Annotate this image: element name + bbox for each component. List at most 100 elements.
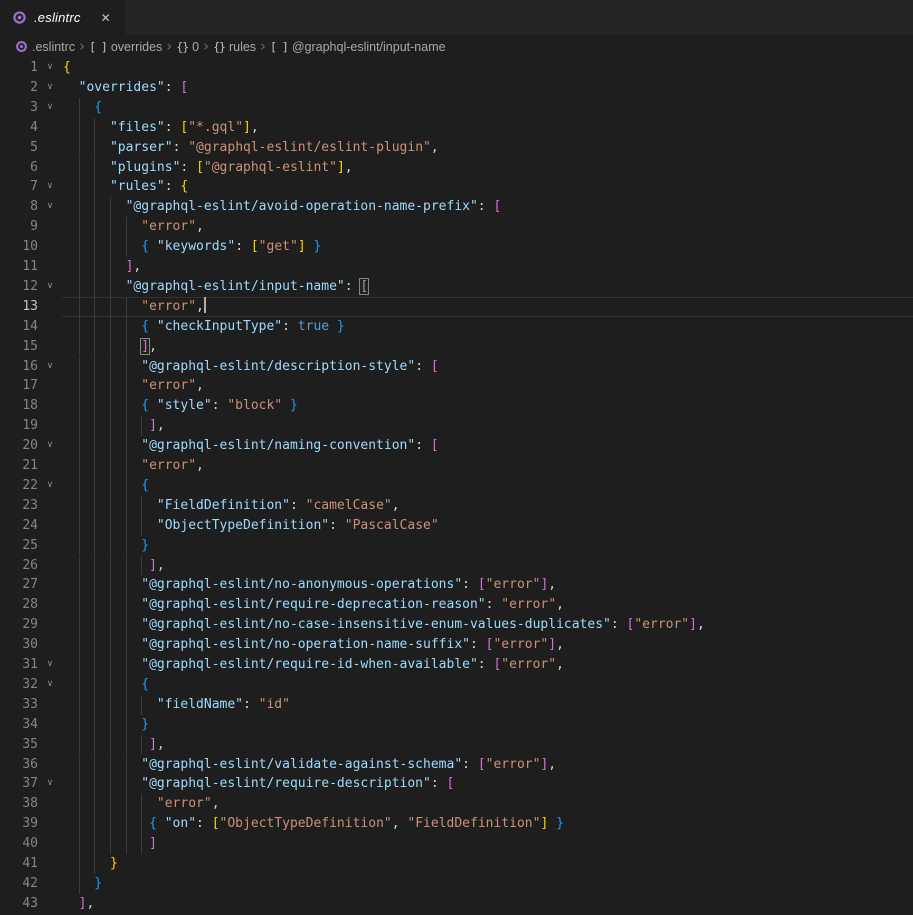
code-line-12[interactable]: 12∨"@graphql-eslint/input-name": [	[0, 277, 913, 297]
code-line-21[interactable]: 21"error",	[0, 456, 913, 476]
line-number[interactable]: 9	[0, 217, 38, 237]
fold-chevron-icon[interactable]: ∨	[42, 675, 58, 695]
fold-chevron-icon[interactable]: ∨	[42, 197, 58, 217]
code-line-23[interactable]: 23"FieldDefinition": "camelCase",	[0, 496, 913, 516]
line-number[interactable]: 3	[0, 98, 38, 118]
line-number[interactable]: 24	[0, 516, 38, 536]
fold-chevron-icon[interactable]: ∨	[42, 655, 58, 675]
line-number[interactable]: 28	[0, 595, 38, 615]
code-line-8[interactable]: 8∨"@graphql-eslint/avoid-operation-name-…	[0, 197, 913, 217]
code-line-26[interactable]: 26],	[0, 556, 913, 576]
code-line-3[interactable]: 3∨{	[0, 98, 913, 118]
tab-eslintrc[interactable]: .eslintrc ✕	[0, 0, 126, 35]
code-line-4[interactable]: 4"files": ["*.gql"],	[0, 118, 913, 138]
code-line-33[interactable]: 33"fieldName": "id"	[0, 695, 913, 715]
line-number[interactable]: 43	[0, 894, 38, 914]
line-number[interactable]: 27	[0, 575, 38, 595]
fold-chevron-icon[interactable]: ∨	[42, 177, 58, 197]
code-line-5[interactable]: 5"parser": "@graphql-eslint/eslint-plugi…	[0, 138, 913, 158]
code-editor[interactable]: 1∨{2∨"overrides": [3∨{4"files": ["*.gql"…	[0, 58, 913, 915]
line-number[interactable]: 5	[0, 138, 38, 158]
line-number[interactable]: 38	[0, 794, 38, 814]
line-number[interactable]: 18	[0, 396, 38, 416]
line-number[interactable]: 41	[0, 854, 38, 874]
line-number[interactable]: 16	[0, 357, 38, 377]
line-number[interactable]: 22	[0, 476, 38, 496]
code-line-1[interactable]: 1∨{	[0, 58, 913, 78]
line-number[interactable]: 19	[0, 416, 38, 436]
code-line-31[interactable]: 31∨"@graphql-eslint/require-id-when-avai…	[0, 655, 913, 675]
line-number[interactable]: 37	[0, 774, 38, 794]
code-line-38[interactable]: 38"error",	[0, 794, 913, 814]
code-line-42[interactable]: 42}	[0, 874, 913, 894]
line-number[interactable]: 15	[0, 337, 38, 357]
fold-chevron-icon[interactable]: ∨	[42, 58, 58, 78]
line-number[interactable]: 7	[0, 177, 38, 197]
code-line-17[interactable]: 17"error",	[0, 376, 913, 396]
line-number[interactable]: 4	[0, 118, 38, 138]
line-number[interactable]: 30	[0, 635, 38, 655]
line-number[interactable]: 13	[0, 297, 38, 317]
code-line-40[interactable]: 40]	[0, 834, 913, 854]
breadcrumb-item-overrides[interactable]: [ ]overrides	[89, 40, 162, 54]
code-line-37[interactable]: 37∨"@graphql-eslint/require-description"…	[0, 774, 913, 794]
code-line-2[interactable]: 2∨"overrides": [	[0, 78, 913, 98]
fold-chevron-icon[interactable]: ∨	[42, 98, 58, 118]
line-number[interactable]: 36	[0, 755, 38, 775]
line-number[interactable]: 31	[0, 655, 38, 675]
line-number[interactable]: 21	[0, 456, 38, 476]
line-number[interactable]: 39	[0, 814, 38, 834]
line-number[interactable]: 26	[0, 556, 38, 576]
code-line-27[interactable]: 27"@graphql-eslint/no-anonymous-operatio…	[0, 575, 913, 595]
code-line-9[interactable]: 9"error",	[0, 217, 913, 237]
line-number[interactable]: 33	[0, 695, 38, 715]
line-number[interactable]: 12	[0, 277, 38, 297]
breadcrumb-item--graphql-eslint-input-name[interactable]: [ ]@graphql-eslint/input-name	[270, 40, 446, 54]
line-number[interactable]: 10	[0, 237, 38, 257]
code-line-34[interactable]: 34}	[0, 715, 913, 735]
fold-chevron-icon[interactable]: ∨	[42, 357, 58, 377]
code-line-41[interactable]: 41}	[0, 854, 913, 874]
code-line-7[interactable]: 7∨"rules": {	[0, 177, 913, 197]
line-number[interactable]: 25	[0, 536, 38, 556]
line-number[interactable]: 34	[0, 715, 38, 735]
line-number[interactable]: 23	[0, 496, 38, 516]
line-number[interactable]: 32	[0, 675, 38, 695]
code-line-6[interactable]: 6"plugins": ["@graphql-eslint"],	[0, 158, 913, 178]
code-line-39[interactable]: 39{ "on": ["ObjectTypeDefinition", "Fiel…	[0, 814, 913, 834]
line-number[interactable]: 35	[0, 735, 38, 755]
line-number[interactable]: 42	[0, 874, 38, 894]
line-number[interactable]: 40	[0, 834, 38, 854]
code-line-22[interactable]: 22∨{	[0, 476, 913, 496]
code-line-24[interactable]: 24"ObjectTypeDefinition": "PascalCase"	[0, 516, 913, 536]
code-line-43[interactable]: 43],	[0, 894, 913, 914]
code-line-32[interactable]: 32∨{	[0, 675, 913, 695]
fold-chevron-icon[interactable]: ∨	[42, 436, 58, 456]
code-line-19[interactable]: 19],	[0, 416, 913, 436]
line-number[interactable]: 29	[0, 615, 38, 635]
code-line-25[interactable]: 25}	[0, 536, 913, 556]
fold-chevron-icon[interactable]: ∨	[42, 476, 58, 496]
code-line-13[interactable]: 13"error",	[0, 297, 913, 317]
breadcrumb-item--eslintrc[interactable]: .eslintrc	[15, 40, 75, 54]
code-line-20[interactable]: 20∨"@graphql-eslint/naming-convention": …	[0, 436, 913, 456]
code-line-10[interactable]: 10{ "keywords": ["get"] }	[0, 237, 913, 257]
code-line-30[interactable]: 30"@graphql-eslint/no-operation-name-suf…	[0, 635, 913, 655]
code-line-16[interactable]: 16∨"@graphql-eslint/description-style": …	[0, 357, 913, 377]
line-number[interactable]: 14	[0, 317, 38, 337]
fold-chevron-icon[interactable]: ∨	[42, 78, 58, 98]
line-number[interactable]: 20	[0, 436, 38, 456]
code-line-11[interactable]: 11],	[0, 257, 913, 277]
close-icon[interactable]: ✕	[96, 8, 116, 28]
line-number[interactable]: 2	[0, 78, 38, 98]
code-line-35[interactable]: 35],	[0, 735, 913, 755]
breadcrumb-item-rules[interactable]: {}rules	[213, 40, 256, 54]
code-line-29[interactable]: 29"@graphql-eslint/no-case-insensitive-e…	[0, 615, 913, 635]
code-line-36[interactable]: 36"@graphql-eslint/validate-against-sche…	[0, 755, 913, 775]
line-number[interactable]: 6	[0, 158, 38, 178]
code-line-15[interactable]: 15],	[0, 337, 913, 357]
fold-chevron-icon[interactable]: ∨	[42, 774, 58, 794]
line-number[interactable]: 8	[0, 197, 38, 217]
line-number[interactable]: 11	[0, 257, 38, 277]
breadcrumb-item-0[interactable]: {}0	[176, 40, 199, 54]
